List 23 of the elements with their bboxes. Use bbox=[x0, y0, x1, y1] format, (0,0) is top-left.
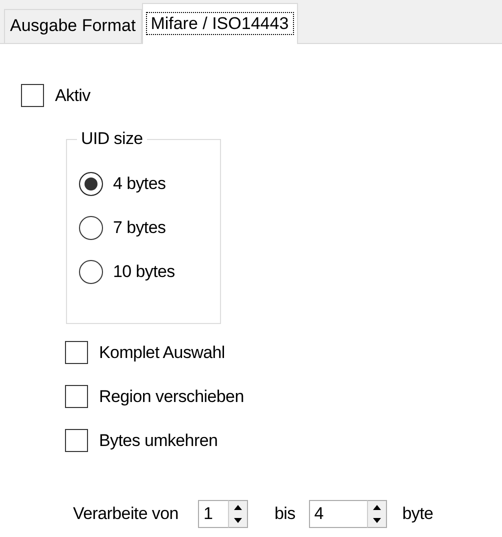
spinner-arrows-icon[interactable] bbox=[228, 500, 248, 528]
tab[interactable]: Ausgabe Format bbox=[4, 9, 142, 43]
number-field[interactable]: 4 bbox=[309, 500, 368, 528]
radio-label[interactable]: 4 bytes bbox=[113, 174, 166, 194]
checkbox-label[interactable]: Komplet Auswahl bbox=[99, 342, 225, 362]
checkbox[interactable] bbox=[21, 84, 44, 107]
field-label: Verarbeite von bbox=[73, 504, 178, 524]
field-label: bis bbox=[274, 504, 296, 524]
radio-label[interactable]: 7 bytes bbox=[113, 218, 166, 238]
checkbox-label[interactable]: Region verschieben bbox=[99, 386, 244, 406]
number-field[interactable]: 1 bbox=[198, 500, 228, 528]
radio-button[interactable] bbox=[79, 172, 103, 196]
radio-button[interactable] bbox=[79, 260, 103, 284]
checkbox-label[interactable]: Bytes umkehren bbox=[99, 430, 218, 450]
radio-button[interactable] bbox=[79, 216, 103, 240]
spinner-arrows-icon[interactable] bbox=[367, 500, 388, 528]
checkbox[interactable] bbox=[65, 429, 88, 452]
checkbox-label[interactable]: Aktiv bbox=[55, 86, 90, 106]
radio-label[interactable]: 10 bytes bbox=[113, 262, 175, 282]
checkbox[interactable] bbox=[65, 385, 88, 408]
checkbox[interactable] bbox=[65, 341, 88, 364]
unit-label: byte bbox=[402, 504, 434, 524]
tab[interactable]: Mifare / ISO14443 bbox=[142, 3, 298, 44]
